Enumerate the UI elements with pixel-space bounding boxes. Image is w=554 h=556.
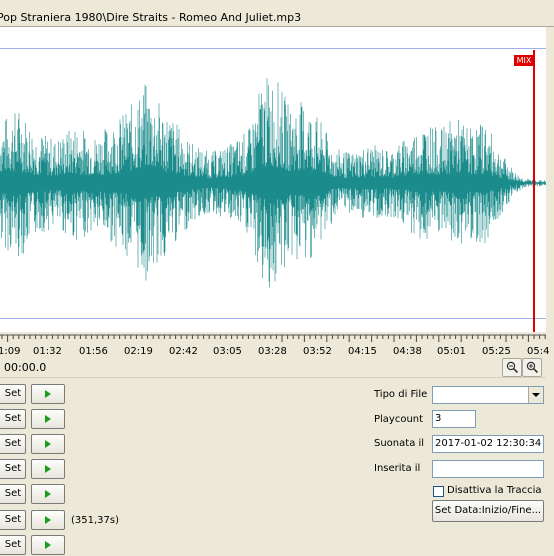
set-button[interactable]: Set	[0, 434, 26, 454]
play-icon	[45, 465, 51, 473]
disattiva-label[interactable]: Disattiva la Traccia	[447, 485, 542, 496]
playcount-field[interactable]: 3	[432, 410, 476, 428]
timeline-label: 04:15	[348, 346, 377, 357]
zoom-out-button[interactable]	[502, 358, 522, 377]
timeline-label: 02:42	[169, 346, 198, 357]
timeline-label: 05:25	[482, 346, 511, 357]
timeline-label: 05:4	[527, 346, 550, 357]
set-button[interactable]: Set	[0, 409, 26, 429]
tipo-file-label: Tipo di File	[374, 389, 428, 400]
timeline-label: 1:09	[0, 346, 21, 357]
timeline-ticks	[0, 334, 546, 342]
play-icon	[45, 415, 51, 423]
disattiva-checkbox[interactable]	[433, 486, 444, 497]
set-button[interactable]: Set	[0, 535, 26, 555]
zoom-in-button[interactable]	[522, 358, 542, 377]
suonata-field[interactable]: 2017-01-02 12:30:34	[432, 435, 544, 453]
play-button[interactable]	[31, 384, 65, 404]
set-button[interactable]: Set	[0, 510, 26, 530]
set-button[interactable]: Set	[0, 484, 26, 504]
play-button[interactable]	[31, 409, 65, 429]
file-path: Pop Straniera 1980\Dire Straits - Romeo …	[0, 11, 302, 24]
position-bar: 00:00.0	[0, 358, 546, 378]
zoom-in-icon	[526, 361, 538, 374]
set-button[interactable]: Set	[0, 384, 26, 404]
play-button[interactable]	[31, 510, 65, 530]
timeline-label: 02:19	[124, 346, 153, 357]
timeline-label: 03:28	[258, 346, 287, 357]
play-button[interactable]	[31, 535, 65, 555]
timeline-label: 03:52	[303, 346, 332, 357]
zoom-out-icon	[506, 361, 518, 374]
timeline-label: 05:01	[437, 346, 466, 357]
tipo-file-select[interactable]	[432, 386, 544, 404]
position-time: 00:00.0	[4, 361, 47, 374]
play-icon	[45, 541, 51, 549]
play-icon	[45, 390, 51, 398]
mix-marker-label[interactable]: MIX	[514, 55, 534, 66]
play-icon	[45, 440, 51, 448]
play-button[interactable]	[31, 434, 65, 454]
timeline-label: 04:38	[393, 346, 422, 357]
waveform	[0, 78, 546, 288]
set-button[interactable]: Set	[0, 459, 26, 479]
play-button[interactable]	[31, 484, 65, 504]
track-duration: (351,37s)	[71, 515, 120, 526]
inserita-label: Inserita il	[374, 463, 421, 474]
inserita-field[interactable]	[432, 460, 544, 478]
suonata-label: Suonata il	[374, 438, 425, 449]
play-button[interactable]	[31, 459, 65, 479]
timeline-ruler[interactable]: 1:09 01:32 01:56 02:19 02:42 03:05 03:28 03:52 0…	[0, 332, 550, 358]
mix-marker-line[interactable]	[533, 50, 535, 365]
play-icon	[45, 516, 51, 524]
waveform-panel[interactable]: MIX	[0, 27, 546, 365]
play-icon	[45, 490, 51, 498]
chevron-down-icon[interactable]	[528, 387, 543, 403]
timeline-label: 01:56	[79, 346, 108, 357]
timeline-label: 03:05	[213, 346, 242, 357]
set-data-button[interactable]: Set Data:Inizio/Fine...	[432, 500, 544, 522]
playcount-label: Playcount	[374, 414, 424, 425]
file-title-bar: Pop Straniera 1980\Dire Straits - Romeo …	[0, 0, 554, 27]
timeline-label: 01:32	[33, 346, 62, 357]
